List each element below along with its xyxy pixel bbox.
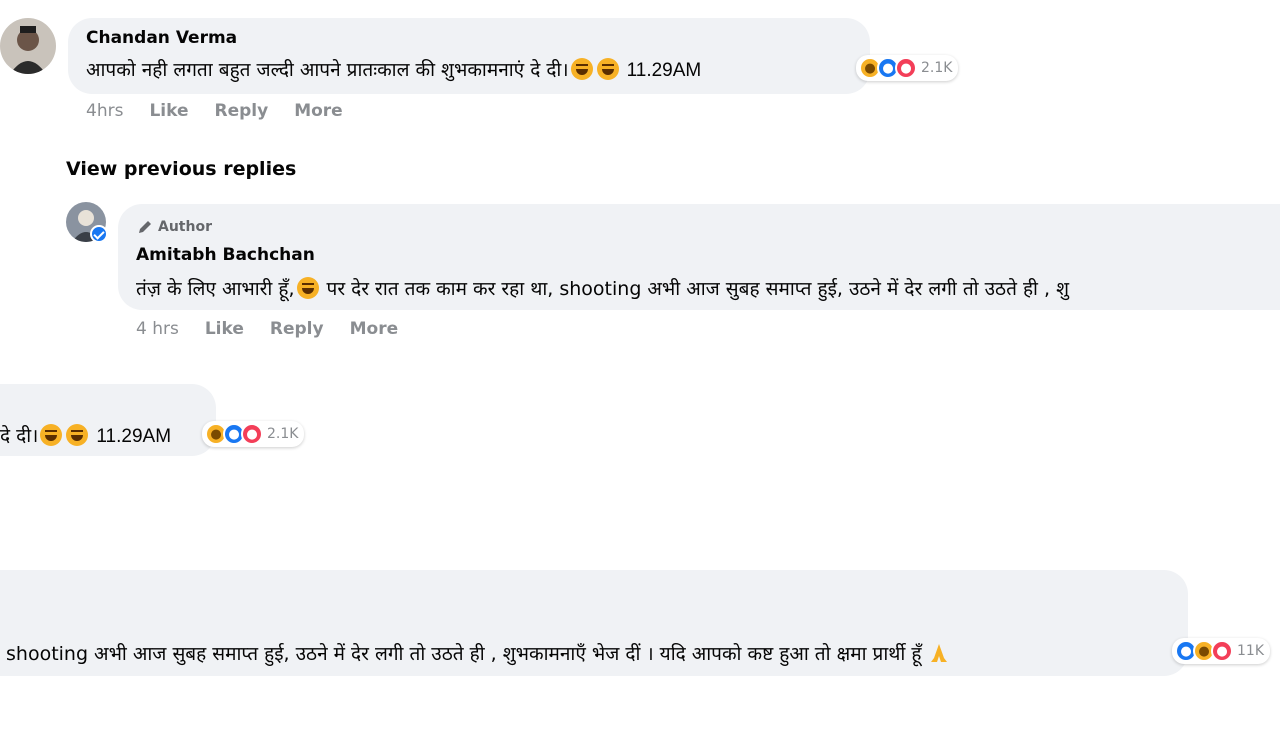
love-icon: ●: [241, 423, 263, 445]
reply-actions: 4 hrs Like Reply More: [136, 319, 398, 339]
more-button[interactable]: More: [350, 319, 399, 339]
cropped-comment-time: 11.29AM: [96, 426, 172, 447]
reaction-count: 2.1K: [267, 426, 299, 442]
like-button[interactable]: Like: [205, 319, 244, 339]
rofl-emoji: [570, 58, 593, 80]
comment-timestamp[interactable]: 4hrs: [86, 101, 123, 121]
cropped-comment-text: दे दी। 11.29AM: [0, 422, 171, 448]
pencil-icon: [139, 221, 151, 233]
comment-reactions[interactable]: ● ● ● 2.1K: [856, 55, 959, 81]
author-badge: Author: [136, 218, 212, 236]
reaction-count: 11K: [1237, 643, 1264, 659]
reaction-count: 2.1K: [921, 60, 953, 76]
reply-text-continued: पर देर रात तक काम कर रहा था, shooting अभ…: [320, 278, 1070, 300]
view-previous-replies-link[interactable]: View previous replies: [66, 158, 296, 180]
cropped-comment-reactions[interactable]: ● ● ● 2.1K: [202, 421, 305, 447]
commenter-avatar[interactable]: [0, 18, 56, 74]
pray-emoji: [928, 642, 950, 664]
love-icon: ●: [1211, 640, 1233, 662]
reply-author-name[interactable]: Amitabh Bachchan: [136, 245, 315, 265]
comment-time-text: 11.29AM: [626, 60, 702, 81]
verified-badge-icon: [90, 225, 108, 243]
rofl-emoji: [40, 424, 63, 446]
reply-timestamp[interactable]: 4 hrs: [136, 319, 179, 339]
comment-text: आपको नही लगता बहुत जल्दी आपने प्रातःकाल …: [86, 56, 701, 82]
comment-actions: 4hrs Like Reply More: [86, 101, 343, 121]
reply-button[interactable]: Reply: [214, 101, 268, 121]
like-button[interactable]: Like: [149, 101, 188, 121]
reply-text-start: तंज़ के लिए आभारी हूँ,: [136, 278, 295, 300]
cropped-reply-text: shooting अभी आज सुबह समाप्त हुई, उठने मे…: [6, 640, 950, 666]
rofl-emoji: [596, 58, 619, 80]
reply-button[interactable]: Reply: [270, 319, 324, 339]
grin-emoji: [296, 277, 319, 299]
cropped-reply-reactions[interactable]: ● ● ● 11K: [1172, 638, 1270, 664]
cropped-comment-text-end: दे दी।: [0, 425, 39, 447]
reply-text: तंज़ के लिए आभारी हूँ, पर देर रात तक काम…: [136, 275, 1069, 301]
rofl-emoji: [66, 424, 89, 446]
comment-author-name[interactable]: Chandan Verma: [86, 28, 237, 48]
person-avatar-image: [0, 18, 56, 74]
comment-text-body: आपको नही लगता बहुत जल्दी आपने प्रातःकाल …: [86, 59, 569, 81]
love-icon: ●: [895, 57, 917, 79]
author-badge-label: Author: [158, 219, 212, 235]
cropped-reply-text-body: shooting अभी आज सुबह समाप्त हुई, उठने मे…: [6, 643, 922, 665]
more-button[interactable]: More: [294, 101, 343, 121]
